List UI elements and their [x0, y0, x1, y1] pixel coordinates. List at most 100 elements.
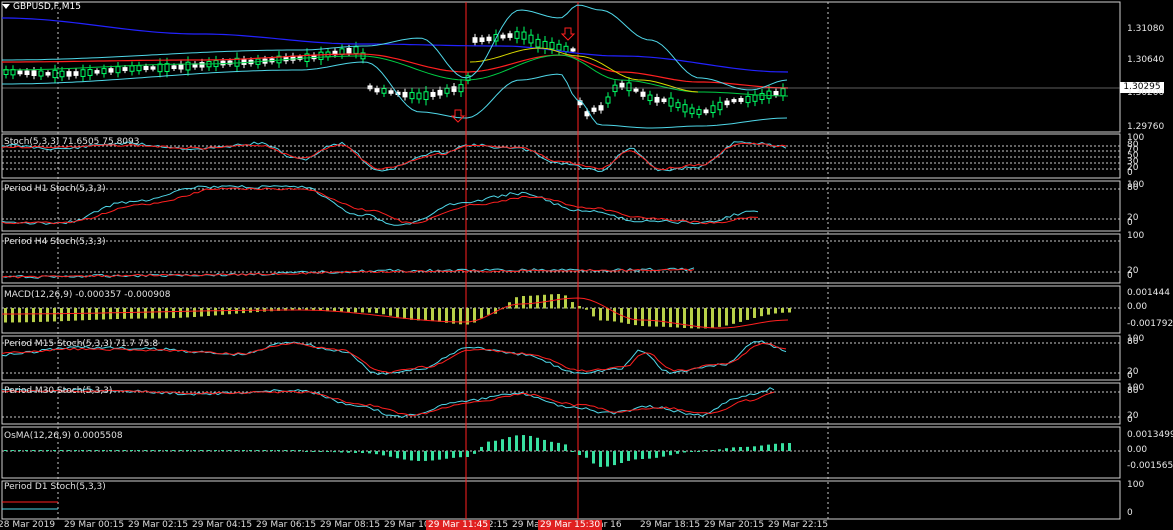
macd-hist-bar — [81, 308, 84, 321]
osma-hist-bar — [543, 439, 546, 451]
axis-label: 0 — [1127, 271, 1133, 281]
macd-hist-bar — [732, 308, 735, 324]
osma-hist-bar — [417, 451, 420, 461]
osma-hist-bar — [718, 449, 721, 451]
axis-label: 0.001444 — [1127, 288, 1170, 298]
candle-body — [549, 41, 555, 50]
osma-hist-bar — [403, 451, 406, 460]
macd-hist-bar — [452, 308, 455, 324]
osma-hist-bar — [438, 451, 441, 460]
time-axis-label: 29 Mar 00:15 — [64, 520, 125, 530]
osma-hist-bar — [424, 451, 427, 461]
stoch-signal-line — [1, 389, 775, 417]
macd-hist-bar — [557, 294, 560, 309]
macd-hist-bar — [11, 308, 14, 323]
stoch-signal-line — [1, 187, 759, 225]
osma-hist-bar — [662, 451, 665, 457]
osma-hist-bar — [592, 451, 595, 464]
macd-hist-bar — [536, 295, 539, 309]
osma-hist-bar — [60, 450, 63, 451]
symbol-text: GBPUSD,F,M15 — [13, 2, 81, 12]
candle-body — [150, 66, 156, 70]
candle-body — [626, 82, 632, 92]
macd-hist-bar — [144, 308, 147, 319]
candle-body — [115, 66, 121, 74]
macd-hist-bar — [515, 297, 518, 309]
osma-hist-bar — [746, 446, 749, 451]
axis-label: 0.00 — [1127, 302, 1148, 312]
osma-hist-bar — [165, 450, 168, 451]
chart-canvas[interactable] — [0, 0, 1173, 530]
osma-hist-bar — [298, 450, 301, 451]
osma-hist-bar — [291, 450, 294, 451]
macd-hist-bar — [746, 308, 749, 320]
ma-yellow-line — [469, 47, 699, 93]
indicator-title: MACD(12,26,9) -0.000357 -0.000908 — [4, 290, 171, 300]
time-axis-label: 29 Mar 08:15 — [320, 520, 381, 530]
pane-frame-7 — [1, 426, 1121, 479]
macd-hist-bar — [221, 308, 224, 315]
macd-hist-bar — [46, 308, 49, 322]
candle-body — [738, 98, 744, 102]
candle-body — [717, 101, 723, 111]
osma-hist-bar — [11, 450, 14, 451]
osma-hist-bar — [375, 451, 378, 455]
candle-body — [24, 70, 30, 76]
candle-body — [682, 104, 688, 113]
osma-hist-bar — [480, 446, 483, 451]
macd-hist-bar — [53, 308, 56, 322]
osma-hist-bar — [620, 451, 623, 463]
candle-body — [108, 68, 114, 73]
osma-hist-bar — [389, 451, 392, 457]
candle-body — [710, 105, 716, 114]
macd-hist-bar — [424, 308, 427, 321]
osma-hist-bar — [144, 450, 147, 451]
macd-hist-bar — [228, 308, 231, 315]
osma-hist-bar — [305, 451, 308, 452]
candle-body — [388, 90, 394, 94]
osma-hist-bar — [487, 441, 490, 451]
candle-body — [528, 34, 534, 44]
macd-hist-bar — [585, 308, 588, 310]
macd-hist-bar — [627, 308, 630, 324]
candle-body — [598, 105, 604, 111]
candle-body — [402, 91, 408, 98]
osma-hist-bar — [249, 450, 252, 451]
time-axis-label: 29 Mar 18:15 — [640, 520, 701, 530]
macd-hist-bar — [571, 302, 574, 309]
time-axis-label: 29 Mar 22:15 — [768, 520, 829, 530]
candle-body — [640, 91, 646, 97]
osma-hist-bar — [221, 450, 224, 451]
candle-body — [199, 62, 205, 68]
osma-hist-bar — [655, 451, 658, 458]
candle-body — [80, 69, 86, 77]
osma-hist-bar — [263, 450, 266, 451]
axis-label: -0.001792 — [1127, 319, 1173, 329]
osma-hist-bar — [25, 450, 28, 451]
osma-hist-bar — [641, 451, 644, 459]
axis-label: 80 — [1127, 386, 1139, 396]
macd-hist-bar — [361, 308, 364, 313]
macd-hist-bar — [74, 308, 77, 321]
candle-body — [66, 71, 72, 77]
macd-hist-bar — [669, 308, 672, 328]
axis-label: 1.31080 — [1127, 24, 1165, 34]
dropdown-triangle-icon[interactable] — [2, 4, 10, 9]
axis-label: 1.30200 — [1127, 88, 1165, 98]
candle-body — [689, 107, 695, 115]
osma-hist-bar — [39, 450, 42, 451]
candle-body — [521, 31, 527, 40]
macd-hist-bar — [32, 308, 35, 323]
candle-body — [38, 70, 44, 77]
osma-hist-bar — [557, 442, 560, 451]
osma-hist-bar — [151, 450, 154, 451]
osma-hist-bar — [200, 450, 203, 451]
macd-hist-bar — [480, 308, 483, 319]
osma-hist-bar — [361, 451, 364, 454]
macd-hist-bar — [718, 308, 721, 327]
symbol-label[interactable]: GBPUSD,F,M15 — [2, 2, 81, 12]
macd-hist-bar — [578, 306, 581, 309]
candle-body — [17, 70, 23, 75]
candle-body — [129, 65, 135, 72]
osma-hist-bar — [522, 435, 525, 451]
